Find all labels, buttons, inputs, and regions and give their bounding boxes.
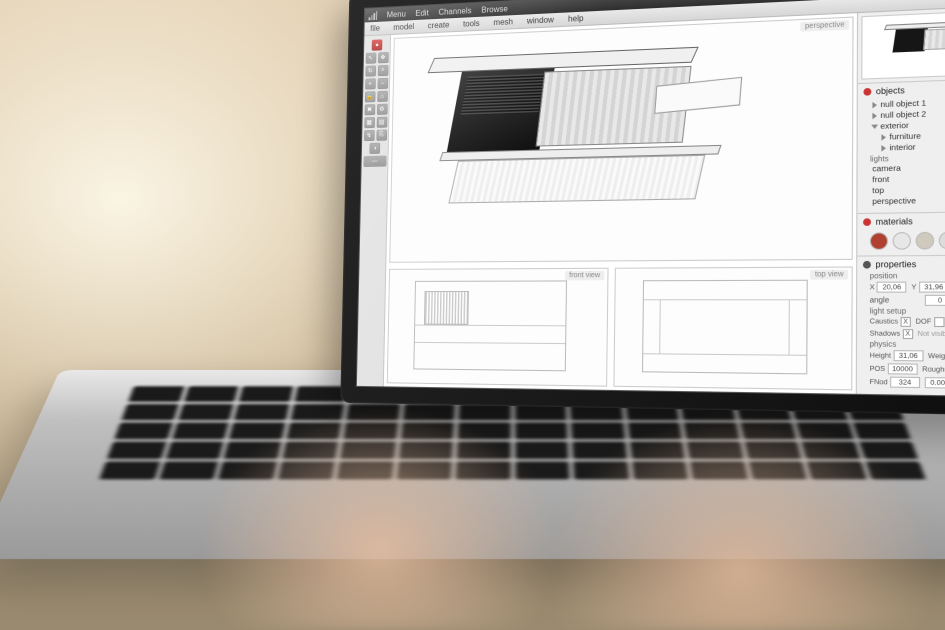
preview-thumbnail[interactable] bbox=[861, 9, 945, 79]
tool-contrast[interactable]: ◑ bbox=[369, 143, 380, 154]
tool-copy[interactable]: ⎘ bbox=[376, 130, 387, 141]
front-elevation bbox=[413, 281, 567, 371]
material-swatch[interactable] bbox=[939, 232, 945, 250]
topmenu-edit[interactable]: Edit bbox=[415, 8, 428, 18]
pos-y-input[interactable]: 31,96 bbox=[919, 282, 945, 293]
angle-input[interactable]: 0 bbox=[925, 295, 945, 306]
viewport-front[interactable]: front view bbox=[387, 268, 609, 387]
tool-list[interactable]: ▤ bbox=[376, 117, 387, 128]
fnod-input[interactable]: 324 bbox=[890, 377, 920, 389]
viewport-label-top: top view bbox=[810, 270, 848, 280]
right-panel-column: objects null object 1 null object 2 exte… bbox=[856, 6, 945, 397]
viewport-label-front: front view bbox=[565, 271, 604, 281]
material-swatch[interactable] bbox=[893, 232, 911, 250]
dot-icon bbox=[863, 218, 871, 226]
light-item[interactable]: perspective bbox=[872, 194, 945, 207]
prop-angle-label: angle bbox=[870, 297, 921, 305]
menu-tools[interactable]: tools bbox=[463, 19, 480, 29]
dot-icon bbox=[863, 88, 871, 96]
tool-move[interactable]: ✥ bbox=[378, 52, 389, 63]
prop-position-label: position bbox=[863, 272, 945, 280]
viewport-bottom-row: front view top view bbox=[384, 263, 856, 394]
topmenu-browse[interactable]: Browse bbox=[481, 4, 508, 14]
not-visible-label: Not visible bbox=[918, 330, 945, 338]
menu-create[interactable]: create bbox=[428, 20, 450, 30]
tool-wide[interactable]: — bbox=[363, 156, 386, 168]
tool-record[interactable]: ● bbox=[372, 39, 383, 50]
physics-last-input[interactable]: 0.003 bbox=[925, 377, 945, 389]
menu-window[interactable]: window bbox=[527, 15, 554, 25]
topmenu-channels[interactable]: Channels bbox=[438, 6, 471, 17]
light-item[interactable]: top bbox=[872, 183, 945, 197]
top-plan bbox=[642, 280, 808, 374]
tool-settings[interactable]: ⚙ bbox=[376, 104, 387, 115]
app-window: Menu Edit Channels Browse file model cre… bbox=[356, 0, 945, 398]
panel-objects: objects null object 1 null object 2 exte… bbox=[857, 77, 945, 213]
menu-model[interactable]: model bbox=[393, 22, 414, 32]
viewport-area: perspective front view bbox=[384, 13, 857, 394]
menu-mesh[interactable]: mesh bbox=[493, 17, 513, 27]
panel-objects-title: objects bbox=[876, 86, 905, 97]
pos-x-input[interactable]: 20,06 bbox=[877, 282, 907, 293]
laptop-screen: Menu Edit Channels Browse file model cre… bbox=[356, 0, 945, 398]
viewport-top[interactable]: top view bbox=[613, 266, 852, 390]
tool-zoom[interactable]: ⌕ bbox=[377, 65, 388, 76]
menu-file[interactable]: file bbox=[370, 24, 380, 33]
tool-grid[interactable]: ▦ bbox=[364, 117, 375, 128]
physpos-input[interactable]: 10000 bbox=[887, 363, 917, 374]
material-swatch[interactable] bbox=[870, 232, 888, 250]
tool-home[interactable]: ⌂ bbox=[377, 91, 388, 102]
caustics-checkbox[interactable]: X bbox=[900, 317, 910, 327]
tool-rotate[interactable]: ↻ bbox=[365, 65, 376, 76]
viewport-label-perspective: perspective bbox=[800, 20, 849, 32]
panel-materials-title: materials bbox=[876, 217, 913, 227]
panel-properties: properties position X20,06 Y31,96 angle … bbox=[857, 254, 945, 396]
tool-flash[interactable]: ↯ bbox=[364, 130, 375, 141]
signal-icon bbox=[369, 11, 378, 20]
tool-close[interactable]: ✖ bbox=[364, 104, 375, 115]
main-area: ● ↖✥ ↻⌕ +− 🔒⌂ ✖⚙ ▦▤ ↯⎘ ◑ — perspective bbox=[357, 6, 945, 397]
tool-select[interactable]: ↖ bbox=[365, 53, 376, 64]
shadows-checkbox[interactable]: X bbox=[903, 329, 913, 339]
dot-icon bbox=[863, 261, 871, 269]
height-input[interactable]: 31,06 bbox=[893, 350, 923, 361]
tool-subtract[interactable]: − bbox=[377, 78, 388, 89]
material-swatch[interactable] bbox=[916, 232, 935, 250]
dof-checkbox[interactable] bbox=[934, 317, 944, 327]
tool-add[interactable]: + bbox=[365, 78, 376, 89]
panel-materials: materials bbox=[857, 211, 945, 256]
viewport-perspective[interactable]: perspective bbox=[389, 17, 853, 263]
topmenu-menu[interactable]: Menu bbox=[387, 9, 406, 19]
panel-properties-title: properties bbox=[875, 260, 916, 270]
menu-help[interactable]: help bbox=[568, 14, 584, 24]
model-building bbox=[434, 50, 755, 216]
tool-lock[interactable]: 🔒 bbox=[364, 91, 375, 102]
